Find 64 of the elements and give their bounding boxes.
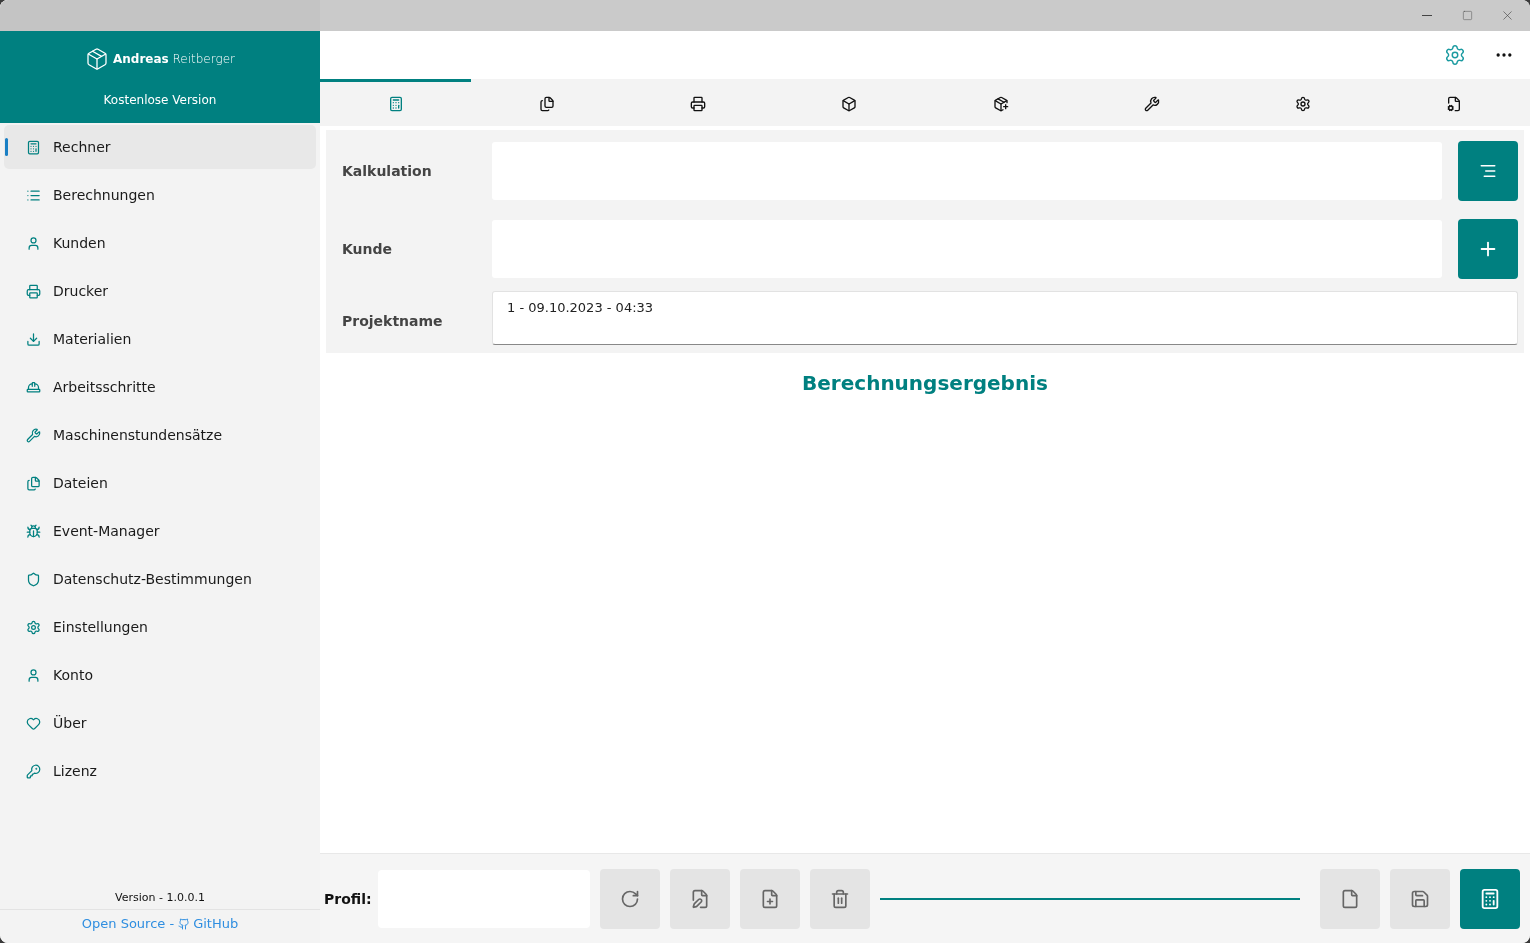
nav-item[interactable]: Über [4, 701, 316, 745]
document-button[interactable] [1320, 868, 1380, 929]
profile-label: Profil: [324, 890, 372, 907]
edit-save-button[interactable] [669, 868, 730, 929]
field-label: Kunde [342, 241, 394, 257]
calculator-icon [387, 96, 404, 112]
settings-icon [26, 619, 41, 635]
maximize-icon [1461, 10, 1473, 21]
nav-item[interactable]: Konto [4, 653, 316, 697]
nav-item[interactable]: Datenschutz-Bestimmungen [4, 557, 316, 601]
result-heading: Berechnungsergebnis [801, 371, 1049, 395]
add-button[interactable] [1458, 219, 1518, 279]
calculate-button[interactable] [1460, 868, 1520, 929]
heart-icon [26, 715, 41, 731]
refresh-button[interactable] [599, 868, 660, 929]
nav-item[interactable]: Materialien [4, 317, 316, 361]
printer-icon [690, 96, 707, 112]
save-new-button[interactable] [739, 868, 800, 929]
nav-item[interactable]: Event-Manager [4, 509, 316, 553]
key-icon [26, 763, 41, 779]
nav-item[interactable]: Arbeitsschritte [4, 365, 316, 409]
calculator-icon [1479, 887, 1501, 910]
document-icon [1340, 888, 1360, 909]
minimize-icon [1422, 15, 1432, 16]
github-icon [178, 917, 191, 930]
calculator-icon [26, 139, 41, 155]
nav-item[interactable]: Rechner [4, 125, 316, 169]
person-icon [26, 235, 41, 251]
selection-indicator [5, 138, 8, 156]
cube-icon [841, 96, 858, 112]
nav-item[interactable]: Kunden [4, 221, 316, 265]
version-label: Version - 1.0.0.1 [115, 890, 205, 906]
input-field[interactable]: 1 - 09.10.2023 - 04:33 [492, 291, 1518, 345]
nav-item[interactable]: Drucker [4, 269, 316, 313]
nav-item[interactable]: Einstellungen [4, 605, 316, 649]
document-gear-icon [1446, 96, 1463, 112]
nav-item[interactable]: Dateien [4, 461, 316, 505]
person-icon [26, 667, 41, 683]
floppy-icon [1410, 888, 1430, 909]
list-icon [26, 187, 41, 203]
trash-icon [829, 888, 850, 909]
field-label: Projektname [342, 313, 444, 329]
download-icon [26, 331, 41, 347]
settings-icon[interactable] [1444, 44, 1466, 66]
nav-item[interactable]: Berechnungen [4, 173, 316, 217]
files-icon [538, 96, 555, 112]
printer-icon [26, 283, 41, 299]
worker-icon [26, 379, 41, 395]
cube-logo-icon [85, 47, 109, 71]
shield-icon [26, 571, 41, 587]
nav-item[interactable]: Maschinenstundensätze [4, 413, 316, 457]
lines-icon [1479, 162, 1497, 180]
bug-icon [26, 523, 41, 539]
settings-icon [1295, 96, 1312, 112]
edition-label: Kostenlose Version [103, 93, 217, 107]
delete-button[interactable] [809, 868, 870, 929]
list-button[interactable] [1458, 141, 1518, 201]
files-icon [26, 475, 41, 491]
nav-item[interactable]: Lizenz [4, 749, 316, 793]
refresh-icon [619, 888, 640, 909]
save-button[interactable] [1390, 868, 1450, 929]
logo-text: Andreas Reitberger [113, 52, 235, 66]
field-label: Kalkulation [342, 163, 433, 179]
cube-plus-icon [992, 96, 1009, 112]
